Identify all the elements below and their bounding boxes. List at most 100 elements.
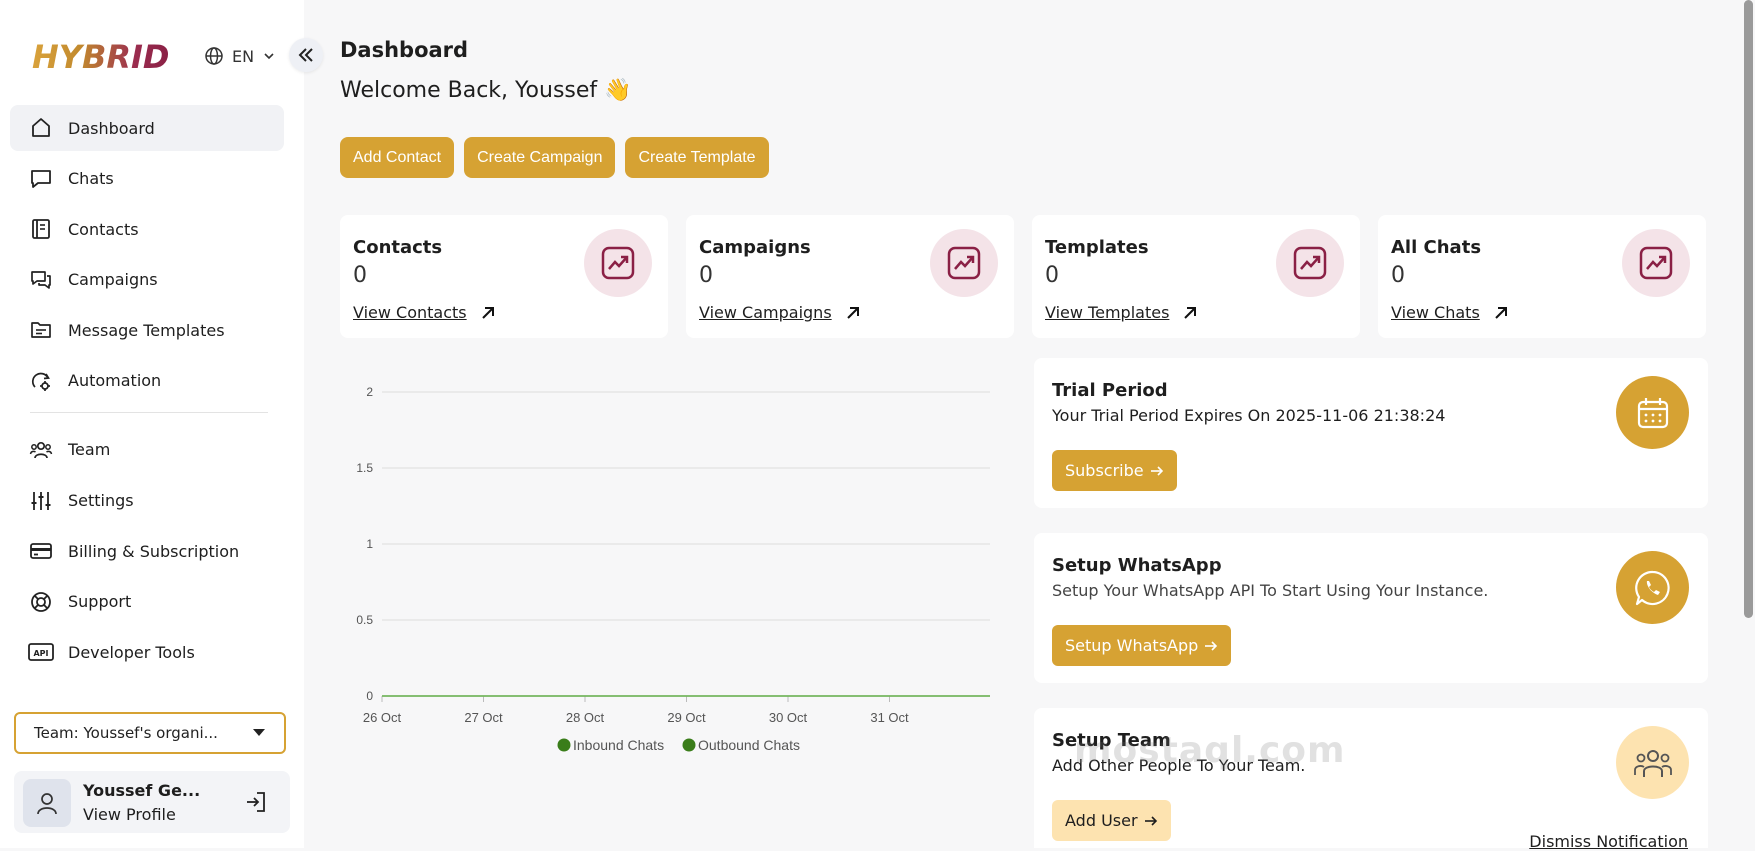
sidebar-item-developer-tools[interactable]: API Developer Tools	[10, 629, 284, 675]
sidebar-item-dashboard[interactable]: Dashboard	[10, 105, 284, 151]
team-icon	[28, 437, 54, 463]
view-profile-link[interactable]: View Profile	[83, 805, 176, 824]
sidebar-nav: Dashboard Chats Contacts Campaigns Messa…	[10, 105, 284, 680]
globe-icon	[205, 47, 223, 65]
subscribe-button-label: Subscribe	[1065, 461, 1144, 480]
x-tick-label: 30 Oct	[769, 710, 808, 725]
team-group-icon	[1616, 726, 1689, 799]
page-title: Dashboard	[340, 38, 469, 62]
chat-bubble-icon	[28, 166, 54, 192]
trending-up-icon	[1276, 229, 1344, 297]
sidebar-item-label: Support	[68, 592, 132, 612]
avatar	[23, 779, 71, 827]
subscribe-button[interactable]: Subscribe	[1052, 450, 1177, 491]
view-templates-link[interactable]: View Templates	[1045, 303, 1197, 322]
sidebar-divider	[30, 411, 268, 413]
profile-card[interactable]: Youssef Ge... View Profile	[14, 771, 290, 833]
language-selector[interactable]: EN	[204, 46, 276, 66]
stat-card-link-label: View Templates	[1045, 303, 1170, 322]
sidebar-item-billing[interactable]: Billing & Subscription	[10, 528, 284, 574]
chevron-down-icon	[264, 53, 274, 60]
x-tick-label: 26 Oct	[363, 710, 402, 725]
chats-line-chart: 0 0.5 1 1.5 2 26 Oct 27 Oct 28 Oct 29 Oct 30 Oct 3…	[356, 385, 990, 753]
team-select-value: Team: Youssef's organi...	[34, 724, 218, 742]
sidebar-item-campaigns[interactable]: Campaigns	[10, 257, 284, 303]
arrow-right-icon	[1144, 815, 1157, 826]
language-label: EN	[232, 46, 255, 66]
logout-icon	[247, 792, 265, 812]
x-tick-label: 27 Oct	[464, 710, 503, 725]
stats-cards: Contacts 0 View Contacts Campaigns 0 Vie…	[340, 215, 1706, 338]
create-campaign-button[interactable]: Create Campaign	[464, 137, 616, 178]
sidebar-item-label: Automation	[68, 371, 162, 391]
automation-icon	[28, 368, 54, 394]
legend-label: Outbound Chats	[698, 737, 800, 753]
trending-up-icon	[584, 229, 652, 297]
stat-card-title: All Chats	[1391, 237, 1482, 258]
arrow-up-right-icon	[846, 306, 859, 319]
stat-card-value: 0	[699, 263, 713, 288]
sidebar-item-support[interactable]: Support	[10, 579, 284, 625]
sidebar-item-label: Dashboard	[68, 118, 155, 138]
sidebar-item-settings[interactable]: Settings	[10, 478, 284, 524]
x-tick-label: 29 Oct	[667, 710, 706, 725]
page-scrollbar[interactable]	[1744, 0, 1753, 848]
sidebar-item-label: Settings	[68, 491, 134, 511]
campaigns-icon	[28, 267, 54, 293]
setup-whatsapp-text: Setup Your WhatsApp API To Start Using Y…	[1052, 581, 1489, 600]
sidebar-item-label: Developer Tools	[68, 642, 195, 662]
calendar-icon	[1616, 376, 1689, 449]
credit-card-icon	[28, 538, 54, 564]
quick-actions: Add Contact Create Campaign Create Templ…	[340, 137, 769, 178]
logo: HYBRID	[32, 38, 170, 76]
view-contacts-link[interactable]: View Contacts	[353, 303, 495, 322]
collapse-sidebar-button[interactable]	[289, 38, 323, 72]
add-contact-button[interactable]: Add Contact	[340, 137, 455, 178]
setup-whatsapp-title: Setup WhatsApp	[1052, 555, 1222, 576]
caret-down-icon	[253, 729, 265, 736]
sidebar: HYBRID EN Dashboard Chats Contacts Campa…	[0, 0, 304, 848]
x-tick-label: 28 Oct	[566, 710, 605, 725]
whatsapp-icon	[1616, 551, 1689, 624]
stat-card-title: Contacts	[353, 237, 443, 258]
sidebar-item-team[interactable]: Team	[10, 427, 284, 473]
sidebar-item-label: Contacts	[68, 219, 139, 239]
home-icon	[28, 115, 54, 141]
sidebar-item-chats[interactable]: Chats	[10, 156, 284, 202]
profile-name: Youssef Ge...	[83, 781, 201, 800]
sidebar-item-contacts[interactable]: Contacts	[10, 206, 284, 252]
add-user-button[interactable]: Add User	[1052, 800, 1171, 841]
logout-button[interactable]	[244, 790, 268, 818]
view-chats-link[interactable]: View Chats	[1391, 303, 1508, 322]
welcome-message: Welcome Back, Youssef 👋	[340, 78, 632, 103]
stat-card-link-label: View Campaigns	[699, 303, 832, 322]
arrow-right-icon	[1150, 465, 1163, 476]
stat-card-title: Templates	[1045, 237, 1149, 258]
create-template-button[interactable]: Create Template	[625, 137, 769, 178]
team-select[interactable]: Team: Youssef's organi...	[14, 712, 286, 754]
stat-card-value: 0	[353, 263, 367, 288]
lifebuoy-icon	[28, 589, 54, 615]
api-icon: API	[28, 639, 54, 665]
sidebar-item-label: Chats	[68, 169, 114, 189]
view-campaigns-link[interactable]: View Campaigns	[699, 303, 860, 322]
y-tick-label: 0	[366, 689, 373, 703]
sidebar-item-label: Message Templates	[68, 320, 225, 340]
stat-card-link-label: View Contacts	[353, 303, 467, 322]
setup-team-card: Setup Team Add Other People To Your Team…	[1034, 708, 1708, 851]
stat-card-contacts: Contacts 0 View Contacts	[340, 215, 668, 338]
double-chevron-left-icon	[298, 48, 313, 62]
setup-whatsapp-button[interactable]: Setup WhatsApp	[1052, 625, 1232, 666]
y-tick-label: 1.5	[356, 461, 373, 475]
dismiss-notification-link[interactable]: Dismiss Notification	[1529, 832, 1688, 851]
stat-card-value: 0	[1391, 263, 1405, 288]
stat-card-link-label: View Chats	[1391, 303, 1480, 322]
scrollbar-thumb[interactable]	[1744, 0, 1753, 618]
sidebar-item-automation[interactable]: Automation	[10, 358, 284, 404]
legend-swatch	[557, 738, 571, 752]
sidebar-item-label: Team	[68, 440, 111, 460]
trending-up-icon	[930, 229, 998, 297]
y-tick-label: 1	[366, 537, 373, 551]
legend-swatch	[682, 738, 696, 752]
sidebar-item-message-templates[interactable]: Message Templates	[10, 307, 284, 353]
